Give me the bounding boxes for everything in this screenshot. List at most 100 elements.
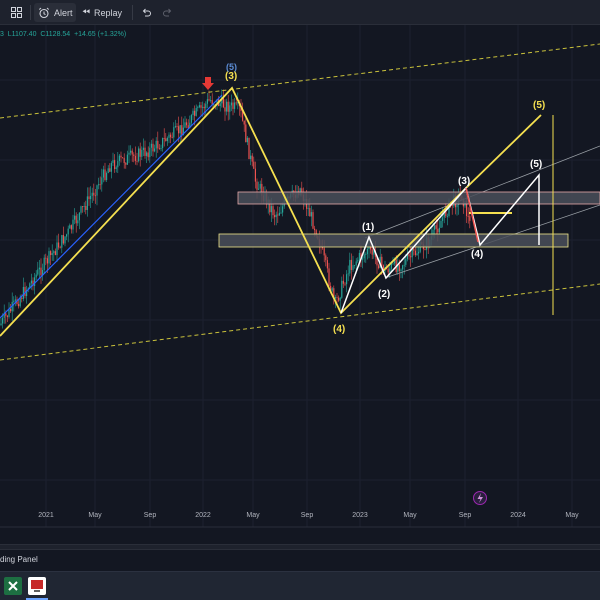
candle-body: [155, 140, 157, 149]
candle-body: [141, 149, 143, 157]
wave-label-primary-3: (3): [225, 71, 237, 82]
layout-grid-button[interactable]: [6, 3, 26, 22]
candle-body: [67, 228, 69, 235]
candle-body: [107, 168, 109, 174]
candle-body: [154, 148, 156, 152]
candle-body: [72, 219, 74, 230]
candle-body: [157, 140, 159, 149]
candle-body: [194, 110, 196, 116]
candle-body: [387, 269, 389, 273]
candle-body: [126, 154, 128, 165]
candle-body: [130, 150, 132, 153]
candle-body: [150, 143, 152, 148]
candle-body: [440, 220, 442, 228]
candle-body: [338, 297, 340, 301]
candle-body: [106, 173, 108, 180]
blue-trend-line: [0, 94, 223, 319]
candle-body: [13, 300, 15, 302]
candle-body: [278, 212, 280, 216]
candle-body: [118, 155, 120, 161]
candle-body: [5, 313, 7, 316]
candlestick-series: [0, 89, 471, 329]
candle-body: [91, 192, 93, 196]
candle-body: [59, 247, 61, 249]
lower-channel-line: [0, 283, 600, 361]
candle-body: [158, 148, 160, 150]
candle-body: [229, 105, 231, 112]
candle-body: [45, 257, 47, 259]
candle-body: [358, 252, 360, 261]
candle-body: [77, 220, 79, 224]
time-axis: 2021 May Sep 2022 May Sep 2023 May Sep 2…: [38, 512, 579, 519]
candle-body: [282, 206, 284, 213]
candle-body: [48, 251, 50, 264]
undo-button[interactable]: [139, 3, 153, 22]
candle-body: [74, 215, 76, 220]
candle-body: [54, 251, 56, 256]
candle-body: [344, 283, 346, 285]
candle-body: [250, 155, 252, 159]
candle-body: [69, 225, 71, 229]
excel-icon[interactable]: [4, 577, 22, 595]
wave-label-primary-5: (5): [533, 100, 545, 111]
candle-body: [437, 228, 439, 233]
chart-grid: [0, 25, 600, 527]
candle-body: [403, 264, 405, 266]
candle-body: [326, 260, 328, 269]
candle-body: [61, 235, 63, 248]
candle-body: [230, 102, 232, 106]
candle-body: [446, 216, 448, 217]
candle-body: [346, 274, 348, 285]
undo-icon: [142, 8, 151, 16]
candle-body: [53, 251, 55, 254]
candle-body: [277, 214, 279, 216]
candle-body: [85, 206, 87, 211]
x-tick-label: May: [88, 512, 102, 519]
candle-body: [166, 137, 168, 142]
os-taskbar: [0, 571, 600, 600]
candle-body: [270, 206, 272, 213]
alert-button[interactable]: Alert: [34, 3, 76, 22]
candle-body: [147, 152, 149, 158]
candle-body: [93, 192, 95, 196]
x-tick-label: Sep: [301, 512, 314, 519]
replay-button[interactable]: ⏪︎ Replay: [82, 3, 128, 22]
candle-body: [442, 217, 444, 221]
candle-body: [355, 261, 357, 266]
price-chart[interactable]: (5) (3) (4) (5) (1) (2) (3) (4) (5) 2021…: [0, 25, 600, 544]
x-tick-label: Sep: [459, 512, 472, 519]
candle-body: [198, 105, 200, 108]
x-tick-label: 2023: [352, 512, 368, 519]
candle-body: [347, 273, 349, 275]
candle-body: [40, 267, 42, 276]
presentation-icon[interactable]: [28, 577, 46, 595]
candle-body: [357, 260, 359, 262]
trading-panel-bar[interactable]: ding Panel: [0, 549, 600, 571]
candle-body: [122, 157, 124, 159]
candle-body: [258, 188, 260, 190]
toolbar-divider: [132, 5, 133, 20]
candle-body: [80, 206, 82, 213]
candle-body: [248, 137, 250, 159]
x-tick-label: Sep: [144, 512, 157, 519]
candle-body: [149, 147, 151, 158]
candle-body: [378, 265, 380, 269]
candle-body: [66, 234, 68, 237]
candle-body: [64, 236, 66, 244]
candle-body: [307, 207, 309, 209]
x-tick-label: May: [565, 512, 579, 519]
candle-body: [86, 196, 88, 211]
redo-button[interactable]: [161, 3, 175, 22]
candle-body: [18, 304, 20, 307]
candle-body: [410, 256, 412, 258]
candle-body: [365, 254, 367, 255]
candle-body: [170, 134, 172, 138]
wave-label-minor-3: (3): [458, 176, 470, 187]
candle-body: [235, 102, 237, 104]
candle-body: [408, 254, 410, 257]
candle-body: [398, 264, 400, 272]
candle-body: [328, 268, 330, 286]
lightning-button[interactable]: [473, 491, 487, 505]
candle-body: [467, 216, 469, 217]
candle-body: [88, 196, 90, 200]
